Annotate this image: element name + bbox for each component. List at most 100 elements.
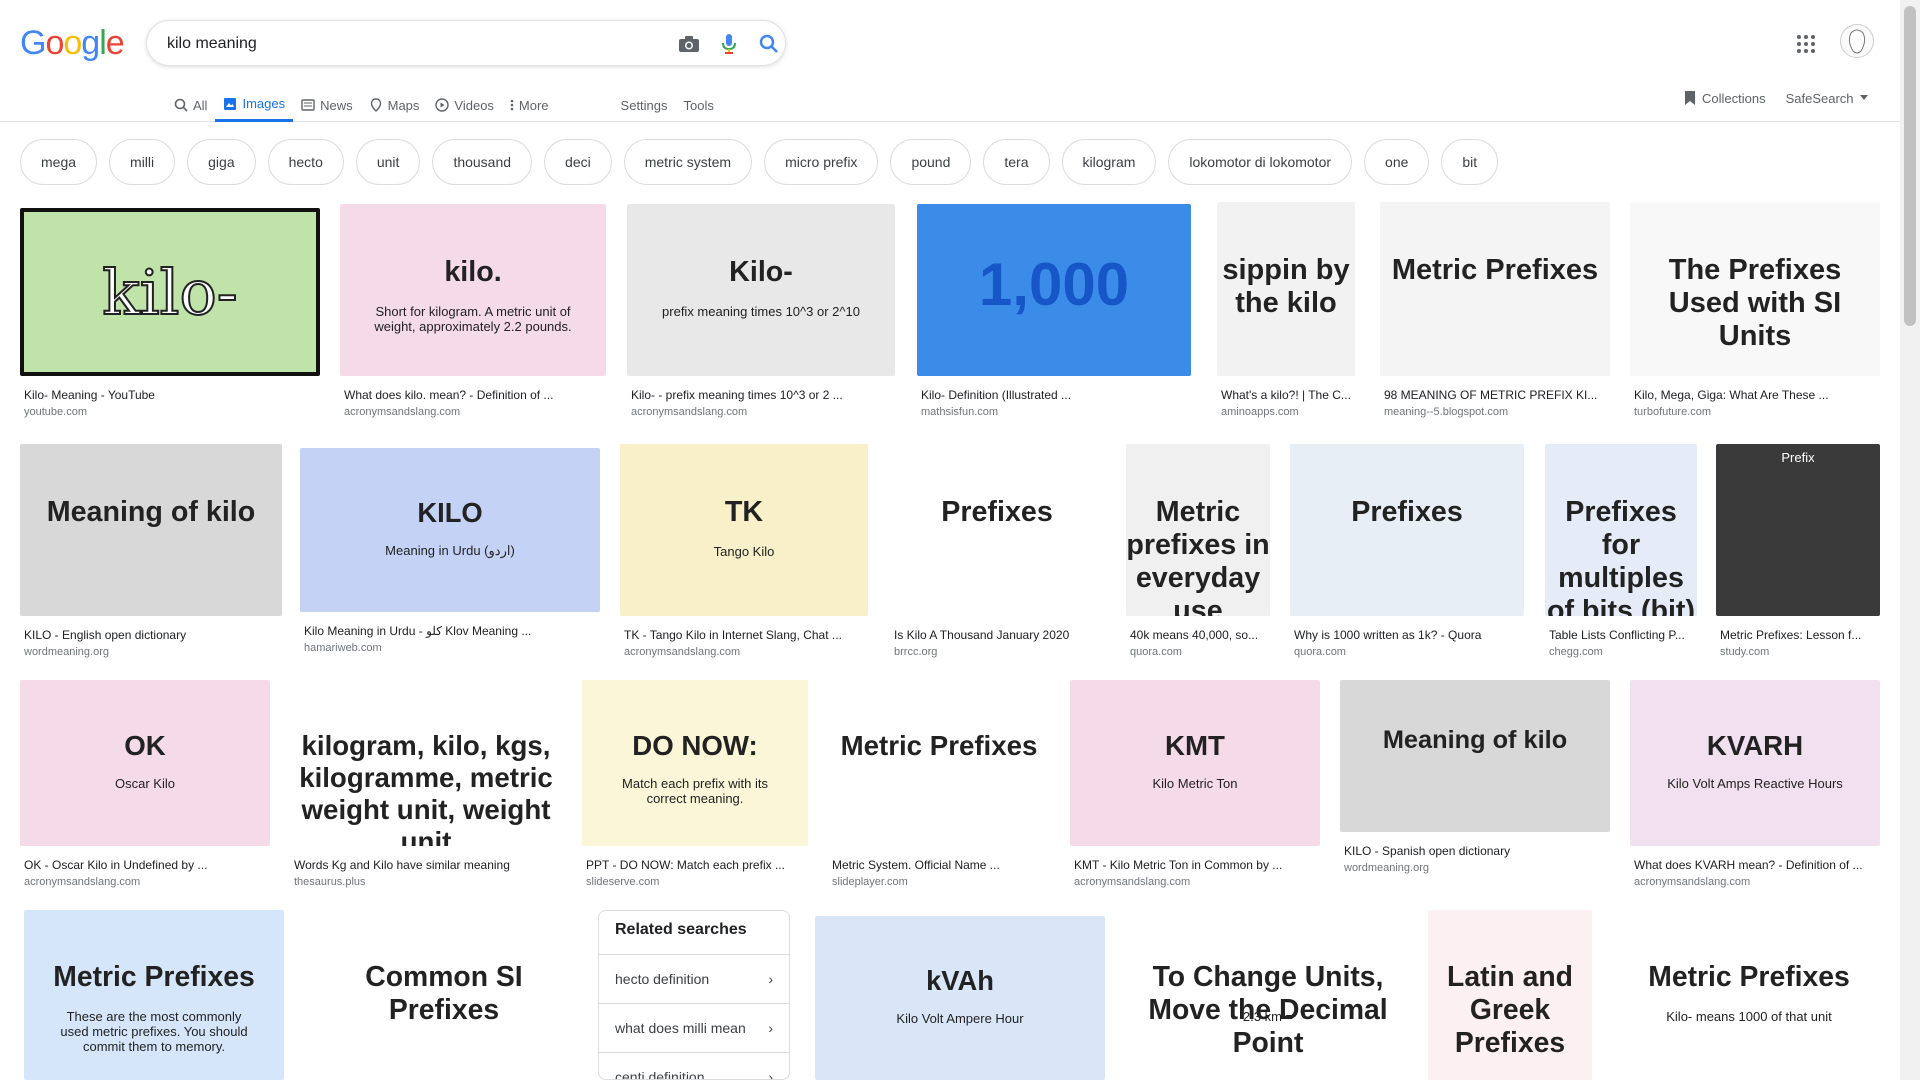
mic-icon[interactable] bbox=[717, 32, 741, 56]
image-result[interactable]: sippin by the kilo What's a kilo?! | The … bbox=[1217, 202, 1355, 418]
image-thumbnail[interactable]: kVAh Kilo Volt Ampere Hour bbox=[815, 916, 1105, 1080]
camera-icon[interactable] bbox=[677, 32, 701, 56]
image-result[interactable]: TK Tango Kilo TK - Tango Kilo in Internet … bbox=[620, 444, 868, 658]
image-result[interactable]: Prefix Metric Prefixes: Lesson f... study.… bbox=[1716, 444, 1880, 658]
image-thumbnail[interactable]: Metric Prefixes These are the most common… bbox=[24, 910, 284, 1080]
image-result[interactable]: Metric Prefixes Kilo- means 1000 of that … bbox=[1618, 910, 1880, 1080]
tab-news[interactable]: News bbox=[293, 88, 361, 122]
chip-thousand[interactable]: thousand bbox=[432, 139, 533, 185]
image-thumbnail[interactable]: Prefixes for multiples of bits (bit) or … bbox=[1545, 444, 1697, 616]
image-thumbnail[interactable]: Latin and Greek Prefixes bbox=[1428, 910, 1592, 1080]
tab-all[interactable]: All bbox=[166, 88, 215, 122]
collections-link[interactable]: Collections bbox=[1684, 90, 1766, 106]
result-caption[interactable]: KMT - Kilo Metric Ton in Common by ... bbox=[1070, 858, 1320, 872]
result-caption[interactable]: OK - Oscar Kilo in Undefined by ... bbox=[20, 858, 270, 872]
result-caption[interactable]: Kilo- Definition (Illustrated ... bbox=[917, 388, 1191, 402]
image-result[interactable]: Meaning of kilo KILO - English open dicti… bbox=[20, 444, 282, 658]
image-result[interactable]: DO NOW: Match each prefix with its correc… bbox=[582, 680, 808, 888]
image-thumbnail[interactable]: Metric prefixes in everyday use bbox=[1126, 444, 1270, 616]
result-caption[interactable]: Words Kg and Kilo have similar meaning bbox=[290, 858, 562, 872]
result-caption[interactable]: KILO - Spanish open dictionary bbox=[1340, 844, 1610, 858]
image-result[interactable]: Meaning of kilo KILO - Spanish open dicti… bbox=[1340, 680, 1610, 874]
result-caption[interactable]: Metric System. Official Name ... bbox=[828, 858, 1050, 872]
image-thumbnail[interactable]: To Change Units, Move the Decimal Point 2… bbox=[1130, 910, 1406, 1080]
image-thumbnail[interactable]: Metric Prefixes Kilo- means 1000 of that … bbox=[1618, 910, 1880, 1080]
tab-settings[interactable]: Settings bbox=[613, 88, 676, 122]
image-result[interactable]: Common SI Prefixes bbox=[310, 910, 578, 1080]
image-result[interactable]: Metric prefixes in everyday use 40k means… bbox=[1126, 444, 1270, 658]
scrollbar-thumb[interactable] bbox=[1904, 6, 1916, 326]
result-caption[interactable]: Is Kilo A Thousand January 2020 bbox=[890, 628, 1104, 642]
image-thumbnail[interactable]: The Prefixes Used with SI Units bbox=[1630, 202, 1880, 376]
image-thumbnail[interactable]: KMT Kilo Metric Ton bbox=[1070, 680, 1320, 846]
image-thumbnail[interactable]: Prefix bbox=[1716, 444, 1880, 616]
related-search-item[interactable]: hecto definition › bbox=[599, 955, 789, 1004]
chip-bit[interactable]: bit bbox=[1441, 139, 1499, 185]
google-logo[interactable]: Google bbox=[20, 24, 125, 63]
image-thumbnail[interactable]: Meaning of kilo bbox=[1340, 680, 1610, 832]
image-result[interactable]: OK Oscar Kilo OK - Oscar Kilo in Undefined… bbox=[20, 680, 270, 888]
chip-pound[interactable]: pound bbox=[890, 139, 972, 185]
chip-mega[interactable]: mega bbox=[20, 139, 98, 185]
chip-unit[interactable]: unit bbox=[355, 139, 421, 185]
result-caption[interactable]: Kilo Meaning in Urdu - کلو Klov Meaning … bbox=[300, 624, 600, 638]
result-caption[interactable]: KILO - English open dictionary bbox=[20, 628, 282, 642]
image-result[interactable]: Prefixes Why is 1000 written as 1k? - Quo… bbox=[1290, 444, 1524, 658]
chip-lokomotor-di-lokomotor[interactable]: lokomotor di lokomotor bbox=[1168, 139, 1353, 185]
result-caption[interactable]: 98 MEANING OF METRIC PREFIX KI... bbox=[1380, 388, 1610, 402]
result-caption[interactable]: Metric Prefixes: Lesson f... bbox=[1716, 628, 1880, 642]
image-result[interactable]: Latin and Greek Prefixes bbox=[1428, 910, 1592, 1080]
image-result[interactable]: Metric Prefixes 98 MEANING OF METRIC PREF… bbox=[1380, 202, 1610, 418]
image-thumbnail[interactable]: Prefixes bbox=[890, 444, 1104, 616]
image-thumbnail[interactable]: Kilo-prefix meaning times 10^3 or 2^10 bbox=[627, 204, 895, 376]
image-result[interactable]: Kilo-prefix meaning times 10^3 or 2^10 Ki… bbox=[627, 204, 895, 418]
image-result[interactable]: 1,000 Kilo- Definition (Illustrated ... ma… bbox=[917, 204, 1191, 418]
image-result[interactable]: kilo- Kilo- Meaning - YouTube youtube.com bbox=[20, 208, 320, 418]
image-thumbnail[interactable]: Metric Prefixes bbox=[828, 680, 1050, 846]
image-result[interactable]: Metric Prefixes These are the most common… bbox=[24, 910, 284, 1080]
avatar[interactable] bbox=[1840, 24, 1874, 58]
image-result[interactable]: Prefixes Is Kilo A Thousand January 2020 b… bbox=[890, 444, 1104, 658]
tab-videos[interactable]: Videos bbox=[427, 88, 502, 122]
image-result[interactable]: Prefixes for multiples of bits (bit) or … bbox=[1545, 444, 1697, 658]
related-search-item[interactable]: centi definition › bbox=[599, 1053, 789, 1079]
image-result[interactable]: kilo. Short for kilogram. A metric unit o… bbox=[340, 204, 606, 418]
result-caption[interactable]: What's a kilo?! | The C... bbox=[1217, 388, 1355, 402]
tab-images[interactable]: Images bbox=[215, 88, 294, 122]
image-thumbnail[interactable]: kilo- bbox=[20, 208, 320, 376]
image-result[interactable]: To Change Units, Move the Decimal Point 2… bbox=[1130, 910, 1406, 1080]
image-thumbnail[interactable]: kilo. Short for kilogram. A metric unit o… bbox=[340, 204, 606, 376]
chip-tera[interactable]: tera bbox=[983, 139, 1050, 185]
safesearch-toggle[interactable]: SafeSearch bbox=[1786, 90, 1868, 106]
image-thumbnail[interactable]: 1,000 bbox=[917, 204, 1191, 376]
image-thumbnail[interactable]: OK Oscar Kilo bbox=[20, 680, 270, 846]
tab-maps[interactable]: Maps bbox=[361, 88, 428, 122]
result-caption[interactable]: 40k means 40,000, so... bbox=[1126, 628, 1270, 642]
chip-giga[interactable]: giga bbox=[187, 139, 256, 185]
image-result[interactable]: kilogram, kilo, kgs, kilogramme, metric … bbox=[290, 680, 562, 888]
chip-kilogram[interactable]: kilogram bbox=[1061, 139, 1157, 185]
related-search-item[interactable]: what does milli mean › bbox=[599, 1004, 789, 1053]
image-thumbnail[interactable]: kilogram, kilo, kgs, kilogramme, metric … bbox=[290, 680, 562, 846]
image-thumbnail[interactable]: DO NOW: Match each prefix with its correc… bbox=[582, 680, 808, 846]
chip-hecto[interactable]: hecto bbox=[267, 139, 344, 185]
image-result[interactable]: The Prefixes Used with SI Units Kilo, Meg… bbox=[1630, 202, 1880, 418]
result-caption[interactable]: TK - Tango Kilo in Internet Slang, Chat … bbox=[620, 628, 868, 642]
image-result[interactable]: KMT Kilo Metric Ton KMT - Kilo Metric Ton … bbox=[1070, 680, 1320, 888]
chip-metric-system[interactable]: metric system bbox=[623, 139, 753, 185]
chip-one[interactable]: one bbox=[1364, 139, 1430, 185]
image-thumbnail[interactable]: KVARH Kilo Volt Amps Reactive Hours bbox=[1630, 680, 1880, 846]
search-input[interactable] bbox=[167, 32, 627, 56]
chip-milli[interactable]: milli bbox=[109, 139, 176, 185]
image-thumbnail[interactable]: sippin by the kilo bbox=[1217, 202, 1355, 376]
scrollbar[interactable] bbox=[1900, 0, 1920, 1080]
image-result[interactable]: KVARH Kilo Volt Amps Reactive Hours What d… bbox=[1630, 680, 1880, 888]
chip-deci[interactable]: deci bbox=[544, 139, 612, 185]
apps-grid-icon[interactable] bbox=[1794, 32, 1818, 56]
image-result[interactable]: KILO Meaning in Urdu (اردو) Kilo Meaning i… bbox=[300, 448, 600, 654]
image-thumbnail[interactable]: Metric Prefixes bbox=[1380, 202, 1610, 376]
image-result[interactable]: Metric Prefixes Metric System. Official N… bbox=[828, 680, 1050, 888]
result-caption[interactable]: PPT - DO NOW: Match each prefix ... bbox=[582, 858, 808, 872]
tab-more[interactable]: More bbox=[502, 88, 557, 122]
result-caption[interactable]: Kilo- Meaning - YouTube bbox=[20, 388, 320, 402]
